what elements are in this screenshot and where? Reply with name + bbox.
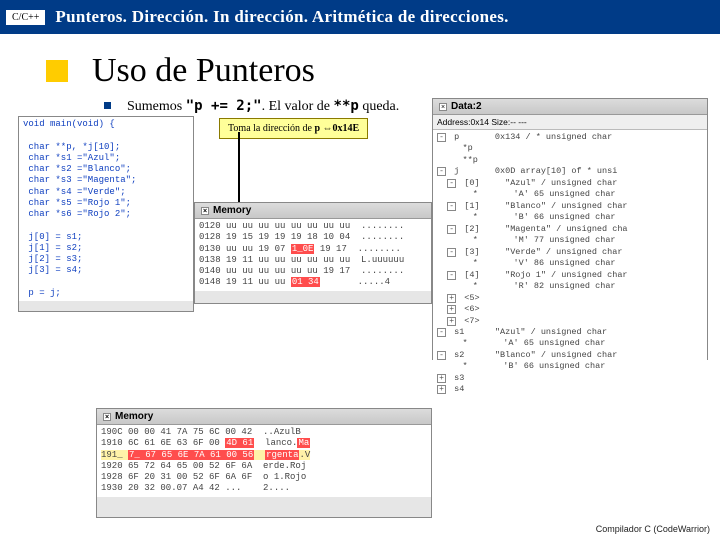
code-panel: void main(void) { char **p, *j[10]; char… xyxy=(18,116,194,312)
x-icon: × xyxy=(439,103,447,111)
bullet-icon xyxy=(104,102,111,109)
callout-arrow: ⇔ xyxy=(320,123,333,134)
footer-credit: Compilador C (CodeWarrior) xyxy=(596,524,710,534)
data-title: ×Data:2 xyxy=(433,99,707,115)
accent-square xyxy=(46,60,68,82)
callout-addr: 0x14E xyxy=(333,123,360,134)
topbar: C/C++ Punteros. Dirección. In dirección.… xyxy=(0,0,720,34)
memory1-body: 0120 uu uu uu uu uu uu uu uu ........ 01… xyxy=(195,219,431,291)
bullet-pre: Sumemos xyxy=(127,99,186,114)
data-tree: - p 0x134 / * unsigned char *p **p - j 0… xyxy=(433,130,707,398)
slide-heading: Uso de Punteros xyxy=(92,52,315,90)
data-sub: Address:0x14 Size:-- --- xyxy=(433,115,707,130)
topbar-title: Punteros. Dirección. In dirección. Aritm… xyxy=(55,7,508,27)
callout-box: Toma la dirección de p ⇔0x14E xyxy=(219,118,368,139)
memory-panel-1: ×Memory 0120 uu uu uu uu uu uu uu uu ...… xyxy=(194,202,432,304)
data-panel: ×Data:2 Address:0x14 Size:-- --- - p 0x1… xyxy=(432,98,708,360)
x-icon: × xyxy=(103,413,111,421)
callout-text: Toma la dirección de xyxy=(228,123,314,134)
memory2-body: 190C 00 00 41 7A 75 6C 00 42 ..AzulB 191… xyxy=(97,425,431,497)
topbar-tag: C/C++ xyxy=(6,10,45,25)
bullet-code2: **p xyxy=(334,98,359,114)
code-body: void main(void) { char **p, *j[10]; char… xyxy=(19,117,193,301)
bullet-post: queda. xyxy=(359,99,399,114)
bullet-code1: "p += 2;" xyxy=(186,98,262,114)
bullet-mid: . El valor de xyxy=(262,99,334,114)
memory-panel-2: ×Memory 190C 00 00 41 7A 75 6C 00 42 ..A… xyxy=(96,408,432,518)
x-icon: × xyxy=(201,207,209,215)
bullet-line: Sumemos "p += 2;". El valor de **p queda… xyxy=(104,98,399,115)
memory2-title: ×Memory xyxy=(97,409,431,425)
memory1-title: ×Memory xyxy=(195,203,431,219)
